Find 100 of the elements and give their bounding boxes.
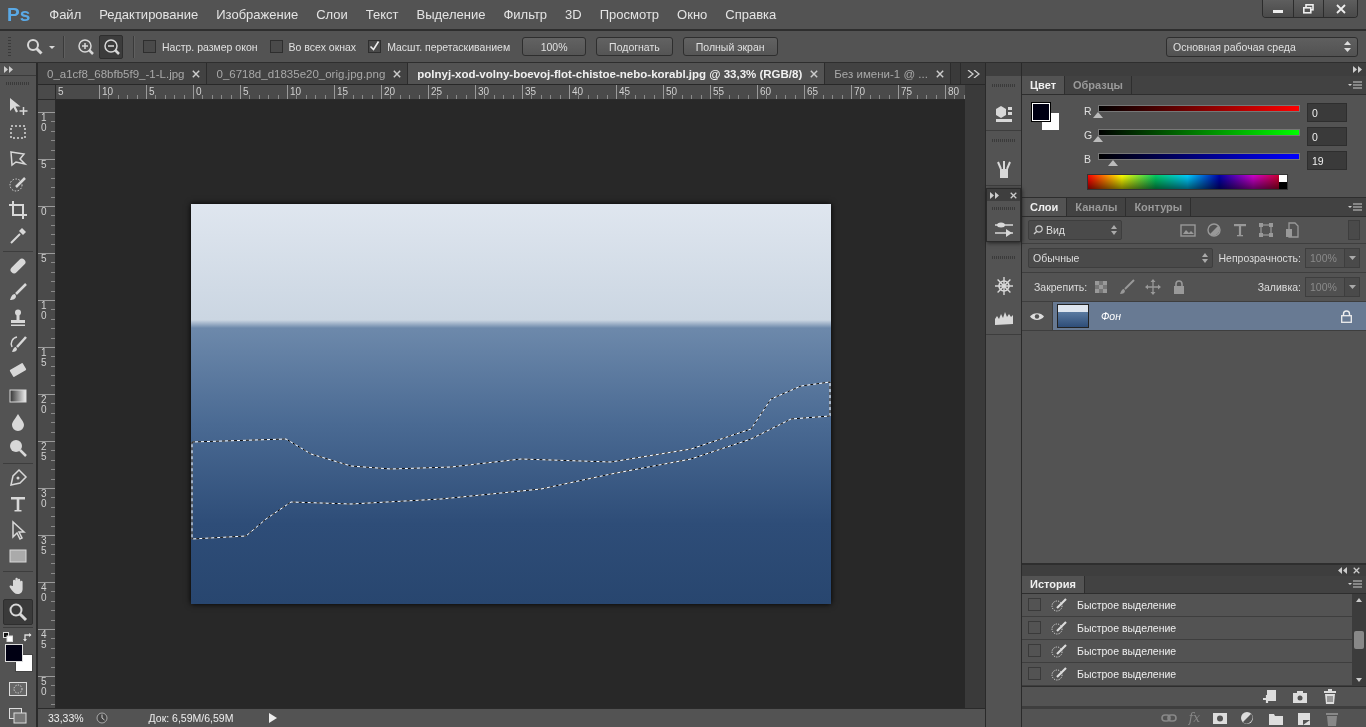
menu-item[interactable]: Справка [716, 7, 786, 22]
document-icon[interactable] [1284, 222, 1300, 238]
scrollbar-thumb[interactable] [1354, 630, 1364, 649]
value-field[interactable]: 0 [1307, 127, 1347, 146]
option-button[interactable]: 100% [522, 37, 587, 56]
zoom-out-button[interactable] [99, 34, 123, 59]
panel-tab[interactable]: Цвет [1022, 76, 1065, 94]
dashed-rectangle-icon [8, 122, 28, 142]
document-tab[interactable]: 0_6718d_d1835e20_orig.jpg.png [207, 63, 409, 84]
close-icon[interactable] [810, 69, 819, 78]
document-tab[interactable]: Без имени-1 @ ... [825, 63, 951, 84]
menu-item[interactable]: Текст [356, 7, 408, 22]
checkbox[interactable] [269, 40, 283, 53]
document-size-info: Док: 6,59M/6,59M [147, 712, 235, 724]
panel-tab[interactable]: Контуры [1126, 198, 1192, 216]
menu-item[interactable]: Фильтр [494, 7, 557, 22]
snapshot-checkbox[interactable] [1028, 621, 1041, 635]
swap-arrows-icon[interactable] [23, 632, 33, 642]
value-field[interactable]: 0 [1307, 103, 1347, 122]
panel-tab[interactable]: Образцы [1065, 76, 1132, 94]
close-icon[interactable] [1353, 566, 1360, 574]
workspace-dropdown[interactable]: Основная рабочая среда [1166, 36, 1358, 57]
expand-arrows-icon[interactable] [990, 191, 999, 199]
panel-tab[interactable]: Каналы [1067, 198, 1127, 216]
tool-button[interactable] [3, 599, 33, 625]
slider-thumb[interactable] [1108, 159, 1119, 166]
more-tabs-icon[interactable] [966, 69, 980, 78]
color-spectrum-bar[interactable] [1087, 174, 1288, 190]
quick-select-brush-icon [8, 174, 28, 194]
snapshot-checkbox[interactable] [1028, 598, 1041, 612]
default-colors-icon[interactable] [3, 632, 13, 642]
half-circle-icon[interactable] [1206, 222, 1222, 238]
menu-item[interactable]: Выделение [407, 7, 495, 22]
checkbox[interactable] [143, 40, 156, 53]
panel-menu-icon[interactable] [1348, 579, 1362, 589]
zoom-tool-preset-icon[interactable] [25, 37, 55, 56]
stepper-arrows-icon [1201, 253, 1208, 263]
restore-button[interactable] [1293, 0, 1323, 17]
half-circle-icon[interactable] [1240, 710, 1256, 726]
panel-menu-icon[interactable] [1348, 202, 1362, 212]
caret-icon [1348, 256, 1356, 260]
filter-dropdown[interactable]: Вид [1028, 220, 1122, 240]
expand-arrows-icon[interactable] [4, 65, 13, 73]
dropdown-button[interactable] [1345, 248, 1360, 268]
ruler-label: 10 [101, 86, 114, 97]
new-layer-icon[interactable] [1296, 710, 1312, 726]
checkbox[interactable] [368, 40, 382, 53]
slider-thumb[interactable] [1093, 135, 1103, 142]
brush-icon[interactable] [1119, 279, 1136, 295]
menu-item[interactable]: Изображение [207, 7, 308, 22]
camera-icon[interactable] [1292, 688, 1308, 704]
ruler-label: 15 [41, 348, 47, 368]
scrollbar[interactable] [1352, 593, 1366, 686]
move-arrows-icon[interactable] [1145, 279, 1162, 295]
expand-arrows-icon[interactable] [1353, 66, 1362, 73]
document-tab[interactable]: 0_a1cf8_68bfb5f9_-1-L.jpg [38, 63, 208, 84]
menu-item[interactable]: Просмотр [590, 7, 669, 22]
type-tool-icon[interactable] [1232, 222, 1248, 238]
slider-thumb[interactable] [1093, 111, 1103, 118]
menu-item[interactable]: Файл [40, 7, 91, 22]
panel-menu-icon[interactable] [1348, 80, 1362, 90]
panel-tab[interactable]: Слои [1022, 198, 1068, 216]
close-button[interactable] [1323, 0, 1357, 17]
close-icon[interactable] [192, 69, 201, 78]
minimize-button[interactable] [1263, 0, 1293, 17]
menu-item[interactable]: Редактирование [90, 7, 208, 22]
dropdown-button[interactable] [1345, 277, 1360, 297]
close-icon[interactable] [1010, 191, 1017, 199]
close-icon[interactable] [935, 69, 944, 78]
trash-icon[interactable] [1322, 688, 1338, 704]
menu-item[interactable]: Слои [307, 7, 357, 22]
menu-item[interactable]: 3D [556, 7, 591, 22]
option-button[interactable]: Полный экран [682, 37, 778, 56]
ruler-label: 40 [571, 86, 584, 97]
screen-mode-icon[interactable] [9, 708, 27, 724]
snapshot-checkbox[interactable] [1028, 667, 1041, 681]
menu-item[interactable]: Окно [668, 7, 717, 22]
snapshot-checkbox[interactable] [1028, 644, 1041, 658]
layer-row[interactable]: Фон [1052, 302, 1366, 330]
quick-mask-icon[interactable] [9, 682, 27, 696]
checkbox-label: Во всех окнах [288, 40, 357, 53]
transform-box-icon[interactable] [1258, 222, 1274, 238]
option-button[interactable]: Подогнать [596, 37, 673, 56]
checkbox-label: Масшт. перетаскиванием [387, 40, 511, 53]
collapse-arrows-icon[interactable] [1338, 566, 1347, 574]
ruler-label: 10 [41, 301, 47, 321]
value-field[interactable]: 19 [1307, 151, 1347, 170]
image-icon[interactable] [1180, 222, 1196, 238]
type-tool-icon [8, 494, 28, 514]
ruler-label: 75 [900, 86, 913, 97]
new-document-icon[interactable] [1262, 688, 1278, 704]
timer-icon[interactable] [96, 712, 108, 724]
checkerboard-icon[interactable] [1093, 279, 1110, 295]
close-icon[interactable] [393, 69, 402, 78]
ruler-label: 0 [41, 207, 47, 217]
blend-mode-dropdown[interactable]: Обычные [1028, 248, 1213, 268]
document-tab[interactable]: polnyj-xod-volny-boevoj-flot-chistoe-nebo-korabl.jpg @ 33,3% (RGB/8) [408, 63, 826, 84]
eye-icon[interactable] [1030, 311, 1044, 321]
mask-icon[interactable] [1212, 710, 1228, 726]
color-swatches[interactable] [3, 644, 33, 674]
